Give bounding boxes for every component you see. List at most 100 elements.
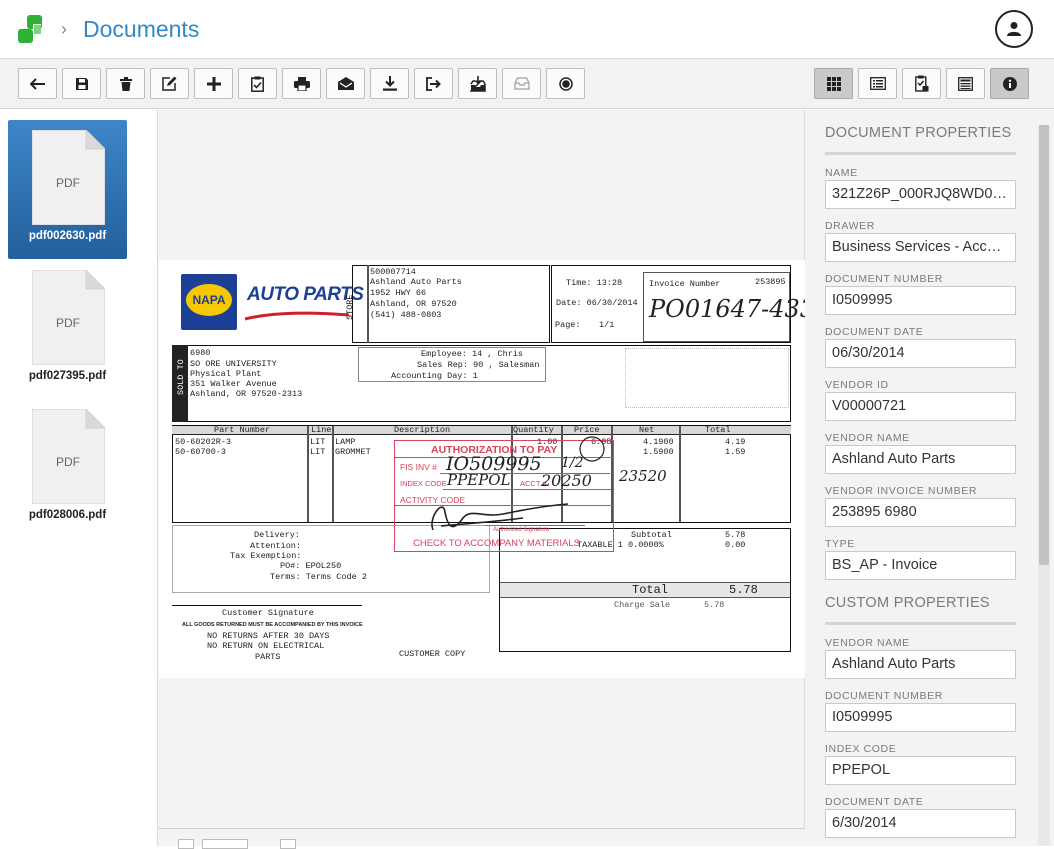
- stamp-index-label: INDEX CODE: [400, 479, 447, 488]
- total-label: Total: [632, 583, 669, 597]
- custom-document-date-field[interactable]: 6/30/2014: [825, 809, 1016, 838]
- save-icon: [75, 77, 88, 90]
- form-view-icon: [958, 76, 973, 91]
- import-button[interactable]: [458, 68, 497, 99]
- app-logo-icon[interactable]: [18, 15, 50, 45]
- total-value: 5.78: [729, 583, 758, 597]
- inbox-button[interactable]: [502, 68, 541, 99]
- prev-page-button[interactable]: [178, 839, 194, 849]
- thumbnail-item[interactable]: PDF pdf027395.pdf: [8, 260, 127, 399]
- inbox-icon: [513, 77, 530, 90]
- type-field[interactable]: BS_AP - Invoice: [825, 551, 1016, 580]
- toolbar: [0, 59, 1054, 109]
- store-address1: 1952 HWY 66: [370, 288, 427, 298]
- next-page-button[interactable]: [280, 839, 296, 849]
- table-cell: LAMP: [335, 437, 356, 447]
- sold-to-line: Physical Plant: [190, 369, 262, 379]
- logo-swoosh: [244, 311, 350, 321]
- drawer-field[interactable]: Business Services - Accou...: [825, 233, 1016, 262]
- checklist-button[interactable]: [238, 68, 277, 99]
- invoice-number-value: 253895: [755, 277, 786, 287]
- pdf-file-icon: PDF: [32, 130, 105, 225]
- info-icon: [1002, 76, 1017, 91]
- attention-label: Attention:: [250, 541, 302, 551]
- grid-view-icon: [826, 76, 841, 91]
- table-cell: 50-60202R-3: [175, 437, 232, 447]
- vendor-id-field[interactable]: V00000721: [825, 392, 1016, 421]
- document-date-field[interactable]: 06/30/2014: [825, 339, 1016, 368]
- thumbnail-item-selected[interactable]: PDF pdf002630.pdf: [8, 120, 127, 259]
- page-number-input[interactable]: [202, 839, 248, 849]
- info-button[interactable]: [990, 68, 1029, 99]
- subtotal-label: Subtotal: [631, 530, 672, 540]
- edit-button[interactable]: [150, 68, 189, 99]
- scrollbar-thumb[interactable]: [1039, 125, 1049, 565]
- delivery-label: Delivery:: [254, 530, 300, 540]
- table-cell: GROMMET: [335, 447, 371, 457]
- user-avatar-button[interactable]: [995, 10, 1033, 48]
- trash-icon: [119, 76, 132, 91]
- employee: Employee: 14 , Chris: [421, 349, 524, 359]
- form-view-button[interactable]: [946, 68, 985, 99]
- sold-to-line: SO ORE UNIVERSITY: [190, 359, 277, 369]
- table-cell: 1.59: [725, 447, 746, 457]
- vendor-invoice-number-field[interactable]: 253895 6980: [825, 498, 1016, 527]
- napa-logo: NAPA: [181, 274, 237, 330]
- export-icon: [425, 76, 441, 91]
- index-code-field[interactable]: PPEPOL: [825, 756, 1016, 785]
- invoice-time: Time: 13:28: [566, 278, 623, 288]
- taxable-value: 0.00: [725, 540, 746, 550]
- add-button[interactable]: [194, 68, 233, 99]
- column-header: Line: [311, 425, 332, 435]
- list-view-button[interactable]: [858, 68, 897, 99]
- stamp-circle: [579, 436, 605, 462]
- pdf-type-label: PDF: [56, 316, 80, 330]
- sold-to-line: 351 Walker Avenue: [190, 379, 277, 389]
- thumbnail-item[interactable]: PDF pdf028006.pdf: [8, 399, 127, 538]
- record-button[interactable]: [546, 68, 585, 99]
- delete-button[interactable]: [106, 68, 145, 99]
- table-cell: 4.19: [725, 437, 746, 447]
- add-icon: [206, 76, 221, 91]
- grid-view-button[interactable]: [814, 68, 853, 99]
- column-header: Total: [705, 425, 731, 435]
- store-label: STORE: [345, 294, 355, 320]
- email-icon: [337, 77, 354, 90]
- column-header: Quantity: [513, 425, 554, 435]
- invoice-number-label: Invoice Number: [649, 279, 721, 289]
- page-label: Page:: [555, 320, 581, 330]
- stamp-fis-label: FIS INV #: [400, 462, 437, 472]
- document-viewer[interactable]: NAPA AUTO PARTS STORE 500007714 Ashland …: [157, 110, 806, 849]
- custom-document-number-field[interactable]: I0509995: [825, 703, 1016, 732]
- accounting-day: Accounting Day: 1: [391, 371, 478, 381]
- save-button[interactable]: [62, 68, 101, 99]
- print-button[interactable]: [282, 68, 321, 99]
- custom-properties-title: CUSTOM PROPERTIES: [825, 595, 990, 611]
- download-button[interactable]: [370, 68, 409, 99]
- field-label: DOCUMENT NUMBER: [825, 690, 943, 702]
- custom-vendor-name-field[interactable]: Ashland Auto Parts: [825, 650, 1016, 679]
- terms: Terms: Terms Code 2: [270, 572, 367, 582]
- export-button[interactable]: [414, 68, 453, 99]
- name-field[interactable]: 321Z26P_000RJQ8WD00...: [825, 180, 1016, 209]
- column-header: Part Number: [214, 425, 271, 435]
- thumbnail-filename: pdf002630.pdf: [28, 230, 107, 242]
- field-label: VENDOR ID: [825, 379, 889, 391]
- document-number-field[interactable]: I0509995: [825, 286, 1016, 315]
- field-label: VENDOR NAME: [825, 637, 910, 649]
- thumbnail-panel: PDF pdf002630.pdf PDF pdf027395.pdf PDF …: [0, 110, 157, 846]
- email-button[interactable]: [326, 68, 365, 99]
- back-button[interactable]: [18, 68, 57, 99]
- customer-signature-label: Customer Signature: [222, 608, 314, 618]
- no-return-electrical: NO RETURN ON ELECTRICAL: [207, 641, 325, 651]
- breadcrumb-title[interactable]: Documents: [83, 16, 199, 43]
- pdf-type-label: PDF: [56, 176, 80, 190]
- handwritten-index: PPEPOL: [447, 471, 511, 489]
- returns-note: ALL GOODS RETURNED MUST BE ACCOMPANIED B…: [182, 622, 363, 628]
- vendor-name-field[interactable]: Ashland Auto Parts: [825, 445, 1016, 474]
- invoice-date: Date: 06/30/2014: [556, 298, 638, 308]
- clipboard-view-button[interactable]: [902, 68, 941, 99]
- parts-label: PARTS: [255, 652, 281, 662]
- breadcrumb-chevron-icon: ›: [61, 19, 67, 39]
- properties-scrollbar[interactable]: [1038, 125, 1050, 846]
